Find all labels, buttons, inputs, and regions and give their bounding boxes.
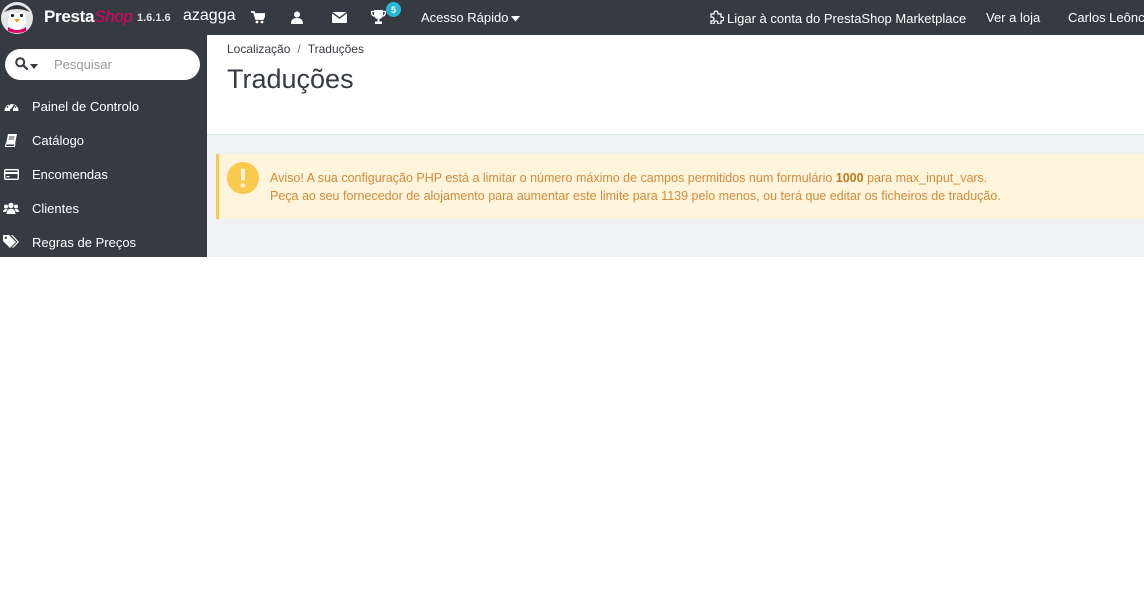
- marketplace-label: Ligar à conta do PrestaShop Marketplace: [727, 11, 967, 26]
- brand-presta: Presta: [44, 7, 95, 26]
- top-header: PrestaShop 1.6.1.6 azagga 5 Acesso Rápid…: [0, 0, 1144, 35]
- breadcrumb: Localização / Traduções: [227, 42, 364, 56]
- version-label: 1.6.1.6: [137, 12, 171, 24]
- brand-shop: Shop: [94, 7, 133, 26]
- dashboard-icon: [3, 98, 19, 114]
- trophy-icon[interactable]: [369, 8, 387, 26]
- cart-icon[interactable]: [249, 8, 267, 26]
- search-bar: [5, 49, 200, 80]
- sidebar-item-price-rules[interactable]: Regras de Preços: [0, 225, 207, 259]
- alert-line-2: Peça ao seu fornecedor de alojamento par…: [270, 189, 1001, 203]
- sidebar-item-dashboard[interactable]: Painel de Controlo: [0, 89, 207, 123]
- sidebar-item-label: Catálogo: [32, 133, 85, 148]
- sidebar-item-catalog[interactable]: Catálogo: [0, 123, 207, 157]
- users-icon: [3, 200, 19, 216]
- page-header: Localização / Traduções Traduções: [207, 35, 1144, 135]
- marketplace-link[interactable]: Ligar à conta do PrestaShop Marketplace: [710, 10, 966, 27]
- alert-line-1: Aviso! A sua configuração PHP está a lim…: [270, 169, 1001, 187]
- prestashop-logo-icon[interactable]: [0, 0, 35, 35]
- alert-line-1-text: Aviso! A sua configuração PHP está a lim…: [270, 171, 833, 185]
- credit-card-icon: [3, 166, 19, 182]
- sidebar-item-label: Clientes: [32, 201, 79, 216]
- search-type-button[interactable]: [5, 49, 47, 80]
- sidebar: Painel de Controlo Catálogo Encomendas C…: [0, 35, 207, 257]
- envelope-icon[interactable]: [330, 8, 348, 26]
- warning-alert: Aviso! A sua configuração PHP está a lim…: [216, 154, 1144, 219]
- exclamation-circle-icon: [227, 162, 259, 194]
- notifications-badge: 5: [386, 2, 401, 17]
- sidebar-item-label: Painel de Controlo: [32, 99, 139, 114]
- sidebar-menu: Painel de Controlo Catálogo Encomendas C…: [0, 89, 207, 259]
- view-shop-link[interactable]: Ver a loja: [986, 10, 1040, 25]
- alert-message: Aviso! A sua configuração PHP está a lim…: [270, 169, 1001, 205]
- sidebar-item-label: Encomendas: [32, 167, 108, 182]
- breadcrumb-separator: /: [297, 42, 301, 56]
- book-icon: [3, 132, 19, 148]
- sidebar-item-orders[interactable]: Encomendas: [0, 157, 207, 191]
- shop-name[interactable]: azagga: [183, 7, 236, 25]
- breadcrumb-parent[interactable]: Localização: [227, 42, 290, 56]
- quick-access-label: Acesso Rápido: [421, 10, 509, 25]
- alert-limit-value: 1000: [835, 171, 864, 185]
- brand-name[interactable]: PrestaShop: [44, 7, 133, 27]
- search-input[interactable]: [54, 57, 194, 72]
- caret-down-icon: [29, 57, 38, 72]
- employee-menu[interactable]: Carlos Leônci: [1068, 10, 1144, 25]
- caret-down-icon: [511, 10, 521, 25]
- tags-icon: [3, 234, 19, 250]
- search-icon: [14, 56, 28, 73]
- sidebar-item-label: Regras de Preços: [32, 235, 137, 250]
- main-content: Aviso! A sua configuração PHP está a lim…: [207, 135, 1144, 257]
- breadcrumb-current: Traduções: [307, 42, 364, 56]
- page-title: Traduções: [227, 64, 354, 94]
- sidebar-item-customers[interactable]: Clientes: [0, 191, 207, 225]
- alert-line-1-end: para max_input_vars.: [867, 171, 988, 185]
- puzzle-icon: [710, 10, 725, 27]
- quick-access-dropdown[interactable]: Acesso Rápido: [421, 10, 521, 25]
- user-icon[interactable]: [288, 8, 306, 26]
